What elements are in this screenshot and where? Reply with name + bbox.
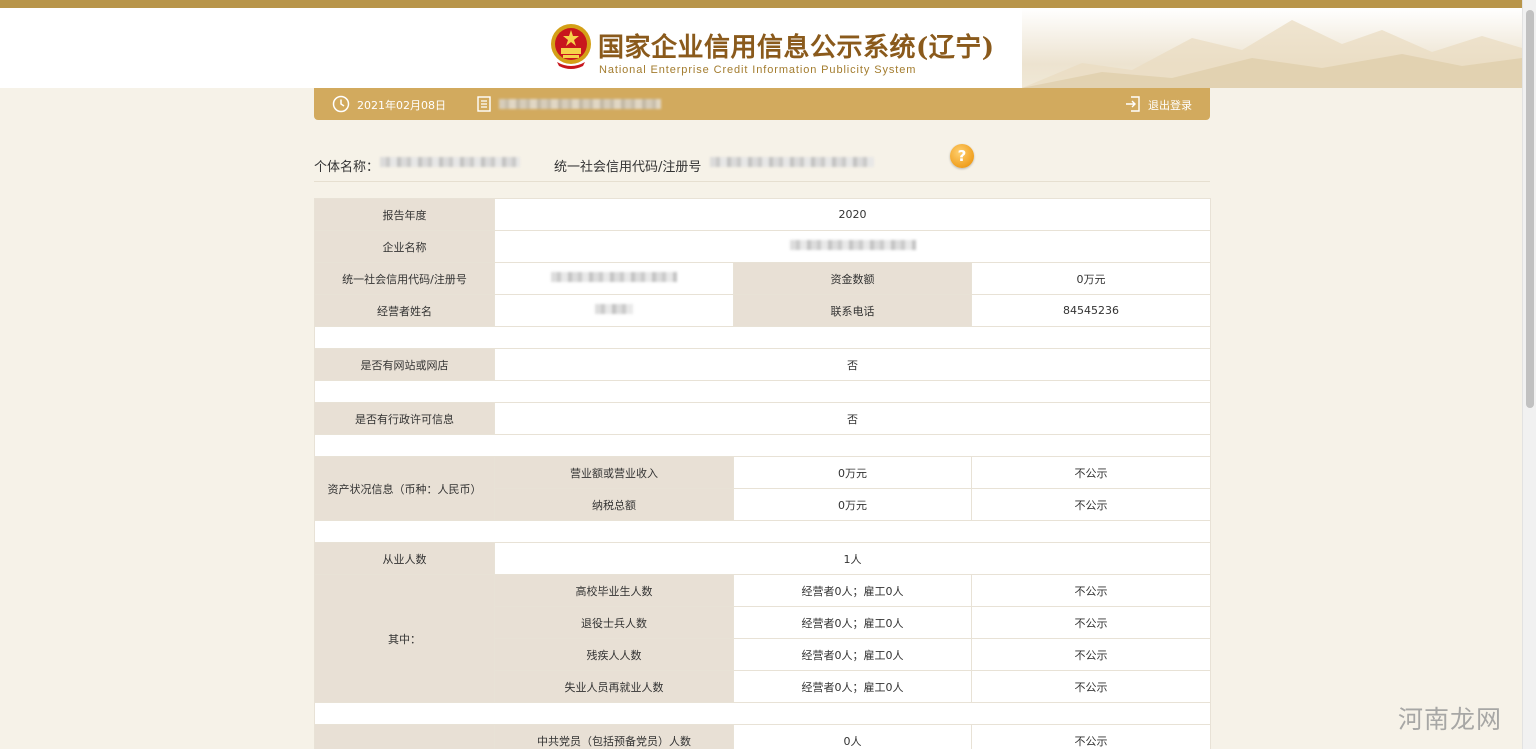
- spacer-row: [313, 702, 1212, 725]
- entity-name-redacted: [380, 157, 520, 167]
- table-row: 报告年度 2020: [314, 198, 1212, 231]
- operator-name-redacted: [595, 304, 633, 314]
- table-row: 企业名称: [314, 230, 1212, 263]
- table-row: 资产状况信息（币种：人民币） 营业额或营业收入 0万元 不公示: [314, 456, 1212, 521]
- phone-label: 联系电话: [733, 294, 972, 327]
- disabled-label: 残疾人人数: [494, 638, 734, 671]
- clock-icon: [332, 95, 350, 113]
- disabled-public-status: 不公示: [970, 638, 1212, 671]
- veterans-public-status: 不公示: [970, 606, 1212, 639]
- operator-name-value: [494, 294, 734, 327]
- tax-value: 0万元: [733, 488, 972, 521]
- account-name-redacted: [499, 99, 661, 109]
- among-label: 其中：: [314, 574, 495, 703]
- disabled-value: 经营者0人；雇工0人: [733, 638, 972, 671]
- operator-name-label: 经营者姓名: [314, 294, 495, 327]
- site-subtitle: National Enterprise Credit Information P…: [599, 64, 917, 76]
- company-name-label: 企业名称: [314, 230, 495, 263]
- reemployed-label: 失业人员再就业人数: [494, 670, 734, 703]
- party-members-public-status: 不公示: [970, 724, 1212, 749]
- spacer-cell: [313, 380, 1212, 403]
- website-value: 否: [493, 348, 1212, 381]
- site-header: 国家企业信用信息公示系统(辽宁) National Enterprise Cre…: [0, 8, 1536, 88]
- table-row: 是否有网站或网店 否: [314, 348, 1212, 381]
- spacer-row: [313, 380, 1212, 403]
- scrollbar-thumb[interactable]: [1526, 10, 1534, 408]
- credit-code-value: [494, 262, 734, 295]
- spacer-cell: [313, 520, 1212, 543]
- revenue-value: 0万元: [733, 456, 972, 489]
- spacer-row: [313, 520, 1212, 543]
- tax-public-status: 不公示: [970, 488, 1212, 521]
- capital-label: 资金数额: [733, 262, 972, 295]
- employees-value: 1人: [493, 542, 1212, 575]
- table-row: 从业人数 1人: [314, 542, 1212, 575]
- employees-label: 从业人数: [314, 542, 495, 575]
- entity-info-line: 个体名称： 统一社会信用代码/注册号 ?: [314, 144, 1210, 182]
- credit-code-value-redacted: [551, 272, 677, 282]
- revenue-label: 营业额或营业收入: [494, 456, 734, 489]
- table-row: 是否有行政许可信息 否: [314, 402, 1212, 435]
- top-accent-bar: [0, 0, 1536, 8]
- national-emblem-icon: [551, 24, 591, 69]
- credit-code-label: 统一社会信用代码/注册号: [554, 160, 702, 175]
- entity-name-label: 个体名称：: [314, 160, 380, 175]
- spacer-cell: [313, 326, 1212, 349]
- site-title: 国家企业信用信息公示系统(辽宁): [598, 33, 995, 63]
- graduates-value: 经营者0人；雇工0人: [733, 574, 972, 607]
- spacer-row: [313, 326, 1212, 349]
- spacer-cell: [313, 702, 1212, 725]
- logout-button[interactable]: 退出登录: [1148, 97, 1192, 113]
- party-section-label: [314, 724, 495, 749]
- veterans-value: 经营者0人；雇工0人: [733, 606, 972, 639]
- table-row: 其中： 高校毕业生人数 经营者0人；雇工0人 不公示: [314, 574, 1212, 703]
- table-row: 经营者姓名 联系电话 84545236: [314, 294, 1212, 327]
- user-toolbar: 2021年02月08日 退出登录: [314, 88, 1210, 120]
- graduates-label: 高校毕业生人数: [494, 574, 734, 607]
- logout-icon[interactable]: [1124, 95, 1142, 113]
- help-icon[interactable]: ?: [950, 144, 974, 168]
- phone-value: 84545236: [970, 294, 1212, 327]
- company-name-redacted: [789, 240, 916, 250]
- spacer-cell: [313, 434, 1212, 457]
- reemployed-public-status: 不公示: [970, 670, 1212, 703]
- year-label: 报告年度: [314, 198, 495, 231]
- revenue-public-status: 不公示: [970, 456, 1212, 489]
- license-value: 否: [493, 402, 1212, 435]
- reemployed-value: 经营者0人；雇工0人: [733, 670, 972, 703]
- year-value: 2020: [493, 198, 1212, 231]
- watermark-text: 河南龙网: [1398, 705, 1503, 734]
- table-row: 中共党员（包括预备党员）人数 0人 不公示: [314, 724, 1212, 749]
- credit-code-row-label: 统一社会信用代码/注册号: [314, 262, 495, 295]
- website-label: 是否有网站或网店: [314, 348, 495, 381]
- company-name-value: [493, 230, 1212, 263]
- annual-report-table: 报告年度 2020 企业名称 统一社会信用代码/注册号 资金数额 0万元 经营者…: [313, 198, 1212, 749]
- table-row: 统一社会信用代码/注册号 资金数额 0万元: [314, 262, 1212, 295]
- mountain-decoration: [1022, 8, 1522, 88]
- vertical-scrollbar[interactable]: [1522, 0, 1536, 749]
- party-members-label: 中共党员（包括预备党员）人数: [494, 724, 734, 749]
- license-label: 是否有行政许可信息: [314, 402, 495, 435]
- tax-label: 纳税总额: [494, 488, 734, 521]
- party-members-value: 0人: [733, 724, 972, 749]
- graduates-public-status: 不公示: [970, 574, 1212, 607]
- current-date: 2021年02月08日: [357, 99, 446, 112]
- credit-code-redacted: [710, 157, 874, 167]
- building-icon: [477, 96, 491, 112]
- capital-value: 0万元: [970, 262, 1212, 295]
- assets-label: 资产状况信息（币种：人民币）: [314, 456, 495, 521]
- spacer-row: [313, 434, 1212, 457]
- veterans-label: 退役士兵人数: [494, 606, 734, 639]
